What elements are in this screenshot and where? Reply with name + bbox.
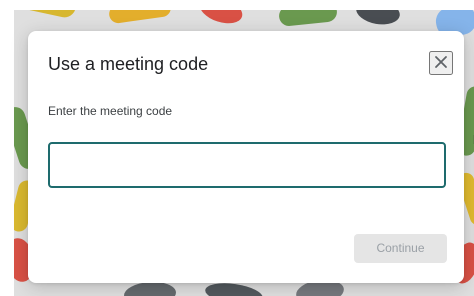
decorative-shape bbox=[20, 10, 78, 20]
meeting-code-dialog: Use a meeting code Enter the meeting cod… bbox=[28, 31, 464, 283]
meeting-code-input[interactable] bbox=[48, 142, 446, 188]
decorative-shape bbox=[278, 10, 338, 27]
decorative-shape bbox=[108, 10, 172, 25]
decorative-shape bbox=[354, 10, 402, 28]
decorative-shape bbox=[196, 10, 246, 29]
dialog-title: Use a meeting code bbox=[48, 54, 209, 74]
meeting-code-label: Enter the meeting code bbox=[48, 104, 173, 118]
close-button[interactable] bbox=[429, 51, 453, 75]
continue-button[interactable]: Continue bbox=[354, 234, 447, 263]
close-icon bbox=[434, 55, 448, 72]
